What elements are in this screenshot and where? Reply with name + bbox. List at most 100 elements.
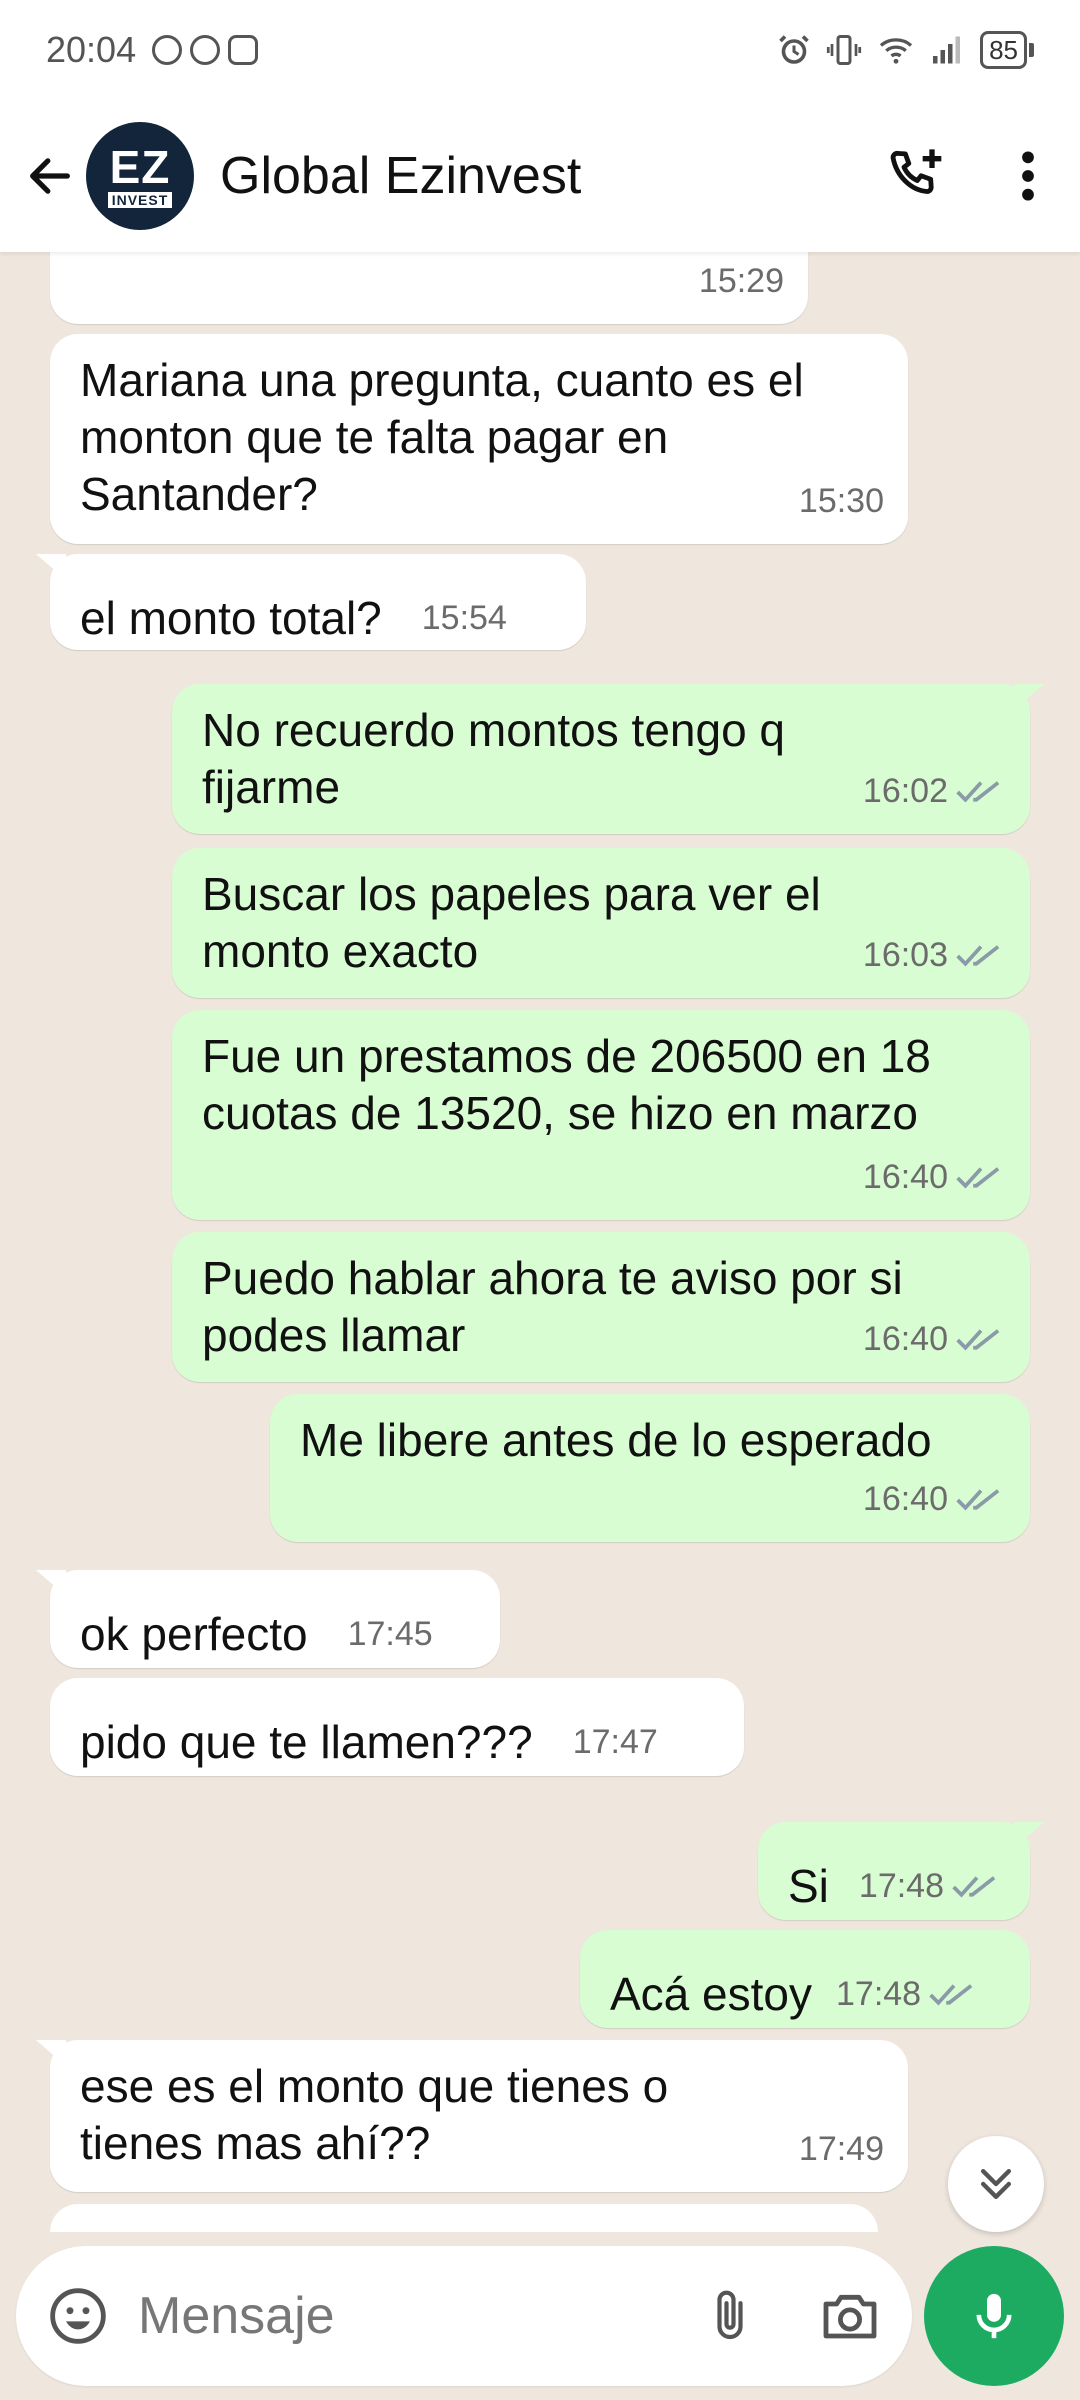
instagram-icon bbox=[228, 35, 259, 65]
bubble-tail bbox=[36, 2040, 66, 2066]
message-meta: 17:49 bbox=[799, 2121, 884, 2178]
message-time: 16:40 bbox=[862, 1158, 948, 1196]
message-row: Si 17:48 bbox=[788, 1840, 1004, 1915]
message-input[interactable] bbox=[138, 2286, 618, 2346]
message-row: ok perfecto 17:45 bbox=[80, 1588, 474, 1663]
message-time: 17:48 bbox=[858, 1867, 944, 1905]
alarm-icon bbox=[779, 35, 809, 64]
add-call-icon[interactable] bbox=[884, 144, 948, 208]
chat-area[interactable]: 15:29 Mariana una pregunta, cuanto es el… bbox=[0, 252, 1080, 2232]
message-text: Buscar los papeles para ver el monto exa… bbox=[202, 868, 834, 977]
message-time: 16:40 bbox=[862, 1480, 948, 1518]
battery-tip bbox=[1029, 43, 1034, 57]
read-ticks-icon bbox=[956, 780, 1000, 802]
message-bubble-incoming[interactable]: el monto total? 15:54 bbox=[36, 554, 586, 650]
avatar-text-bottom: INVEST bbox=[107, 192, 173, 208]
read-ticks-icon bbox=[956, 1328, 1000, 1350]
read-ticks-icon bbox=[956, 944, 1000, 966]
mic-icon bbox=[976, 2293, 1012, 2339]
message-text: el monto total? bbox=[80, 592, 382, 644]
status-right: 85 bbox=[776, 31, 1034, 69]
message-bubble-outgoing[interactable]: Fue un prestamos de 206500 en 18 cuotas … bbox=[172, 1010, 1030, 1220]
message-time: 17:49 bbox=[798, 2130, 884, 2168]
message-meta: 16:03 bbox=[863, 927, 1006, 984]
emoji-icon[interactable] bbox=[46, 2284, 110, 2348]
camera-icon[interactable] bbox=[818, 2284, 882, 2348]
message-time: 17:48 bbox=[836, 1975, 922, 2013]
wifi-icon bbox=[879, 38, 913, 64]
message-text: ese es el monto que tienes o tienes mas … bbox=[80, 2060, 681, 2169]
message-bubble-incoming[interactable]: 15:29 bbox=[50, 252, 808, 324]
double-chevron-down-icon bbox=[980, 2168, 1012, 2200]
message-bubble-incoming[interactable]: ese es el monto que tienes o tienes mas … bbox=[36, 2040, 908, 2192]
message-meta: 17:47 bbox=[573, 1714, 658, 1771]
message-bubble-incoming[interactable]: pido que te llamen??? 17:47 bbox=[50, 1678, 744, 1776]
contact-name[interactable]: Global Ezinvest bbox=[220, 146, 581, 206]
message-row: pido que te llamen??? 17:47 bbox=[80, 1696, 718, 1771]
message-composer bbox=[0, 2232, 1080, 2400]
chat-header: EZ INVEST Global Ezinvest bbox=[0, 100, 1080, 252]
message-bubble-outgoing[interactable]: Buscar los papeles para ver el monto exa… bbox=[172, 848, 1030, 998]
message-bubble-incoming[interactable]: ok perfecto 17:45 bbox=[36, 1570, 500, 1668]
message-row: Acá estoy 17:48 bbox=[610, 1948, 1004, 2023]
message-meta: 16:40 bbox=[863, 1149, 1006, 1206]
attach-icon[interactable] bbox=[702, 2284, 758, 2348]
battery-level: 85 bbox=[980, 31, 1027, 69]
message-time: 15:30 bbox=[798, 482, 884, 520]
message-bubble-incoming[interactable]: Mariana una pregunta, cuanto es el monto… bbox=[50, 334, 908, 544]
message-meta: 17:48 bbox=[859, 1858, 1002, 1915]
message-text: Acá estoy bbox=[610, 1968, 812, 2020]
message-meta: 15:29 bbox=[699, 253, 784, 310]
whatsapp-icon bbox=[190, 35, 221, 65]
message-text: No recuerdo montos tengo q fijarme bbox=[202, 704, 798, 813]
whatsapp-icon bbox=[152, 35, 183, 65]
bubble-tail bbox=[36, 554, 66, 580]
more-vert-icon[interactable] bbox=[1008, 144, 1048, 208]
message-bubble-outgoing[interactable]: Puedo hablar ahora te aviso por si podes… bbox=[172, 1232, 1030, 1382]
message-time: 16:02 bbox=[862, 772, 948, 810]
bubble-tail bbox=[1014, 684, 1044, 710]
avatar-text-top: EZ bbox=[109, 141, 171, 193]
message-bubble-outgoing[interactable]: Me libere antes de lo esperado 16:40 bbox=[270, 1394, 1030, 1542]
avatar[interactable]: EZ INVEST bbox=[86, 122, 194, 230]
message-text: Me libere antes de lo esperado bbox=[300, 1414, 932, 1466]
message-meta: 15:54 bbox=[422, 590, 507, 647]
bubble-tail bbox=[1014, 1822, 1044, 1848]
message-meta: 17:45 bbox=[348, 1606, 433, 1663]
read-ticks-icon bbox=[952, 1875, 996, 1897]
message-time: 15:29 bbox=[698, 262, 784, 300]
composer-actions bbox=[702, 2284, 882, 2348]
message-time: 16:40 bbox=[862, 1320, 948, 1358]
status-left: 20:04 bbox=[46, 29, 259, 71]
notification-icons bbox=[152, 35, 259, 65]
scroll-to-bottom-button[interactable] bbox=[948, 2136, 1044, 2232]
message-time: 15:54 bbox=[421, 599, 507, 637]
signal-icon bbox=[933, 36, 961, 64]
vibrate-icon bbox=[826, 35, 862, 65]
message-text: Fue un prestamos de 206500 en 18 cuotas … bbox=[202, 1030, 944, 1139]
message-text: pido que te llamen??? bbox=[80, 1716, 533, 1768]
message-meta: 17:48 bbox=[836, 1966, 979, 2023]
read-ticks-icon bbox=[956, 1166, 1000, 1188]
message-text: Si bbox=[788, 1860, 829, 1912]
message-meta: 15:30 bbox=[799, 473, 884, 530]
message-bubble-incoming[interactable] bbox=[50, 2204, 878, 2232]
message-text: Mariana una pregunta, cuanto es el monto… bbox=[80, 354, 817, 520]
status-time: 20:04 bbox=[46, 29, 137, 70]
mic-button[interactable] bbox=[924, 2246, 1064, 2386]
message-time: 16:03 bbox=[862, 936, 948, 974]
status-bar: 20:04 85 bbox=[0, 0, 1080, 100]
message-time: 17:47 bbox=[572, 1723, 658, 1761]
bubble-tail bbox=[36, 1570, 66, 1596]
header-actions bbox=[884, 144, 1058, 208]
read-ticks-icon bbox=[929, 1983, 973, 2005]
message-time: 17:45 bbox=[347, 1615, 433, 1653]
back-button[interactable] bbox=[22, 148, 78, 204]
message-bubble-outgoing[interactable]: Si 17:48 bbox=[758, 1822, 1044, 1920]
message-bubble-outgoing[interactable]: Acá estoy 17:48 bbox=[580, 1930, 1030, 2028]
message-row: el monto total? 15:54 bbox=[80, 572, 560, 647]
message-meta: 16:02 bbox=[863, 763, 1006, 820]
battery-icon: 85 bbox=[980, 31, 1034, 69]
message-bubble-outgoing[interactable]: No recuerdo montos tengo q fijarme 16:02 bbox=[172, 684, 1044, 834]
message-meta: 16:40 bbox=[863, 1311, 1006, 1368]
